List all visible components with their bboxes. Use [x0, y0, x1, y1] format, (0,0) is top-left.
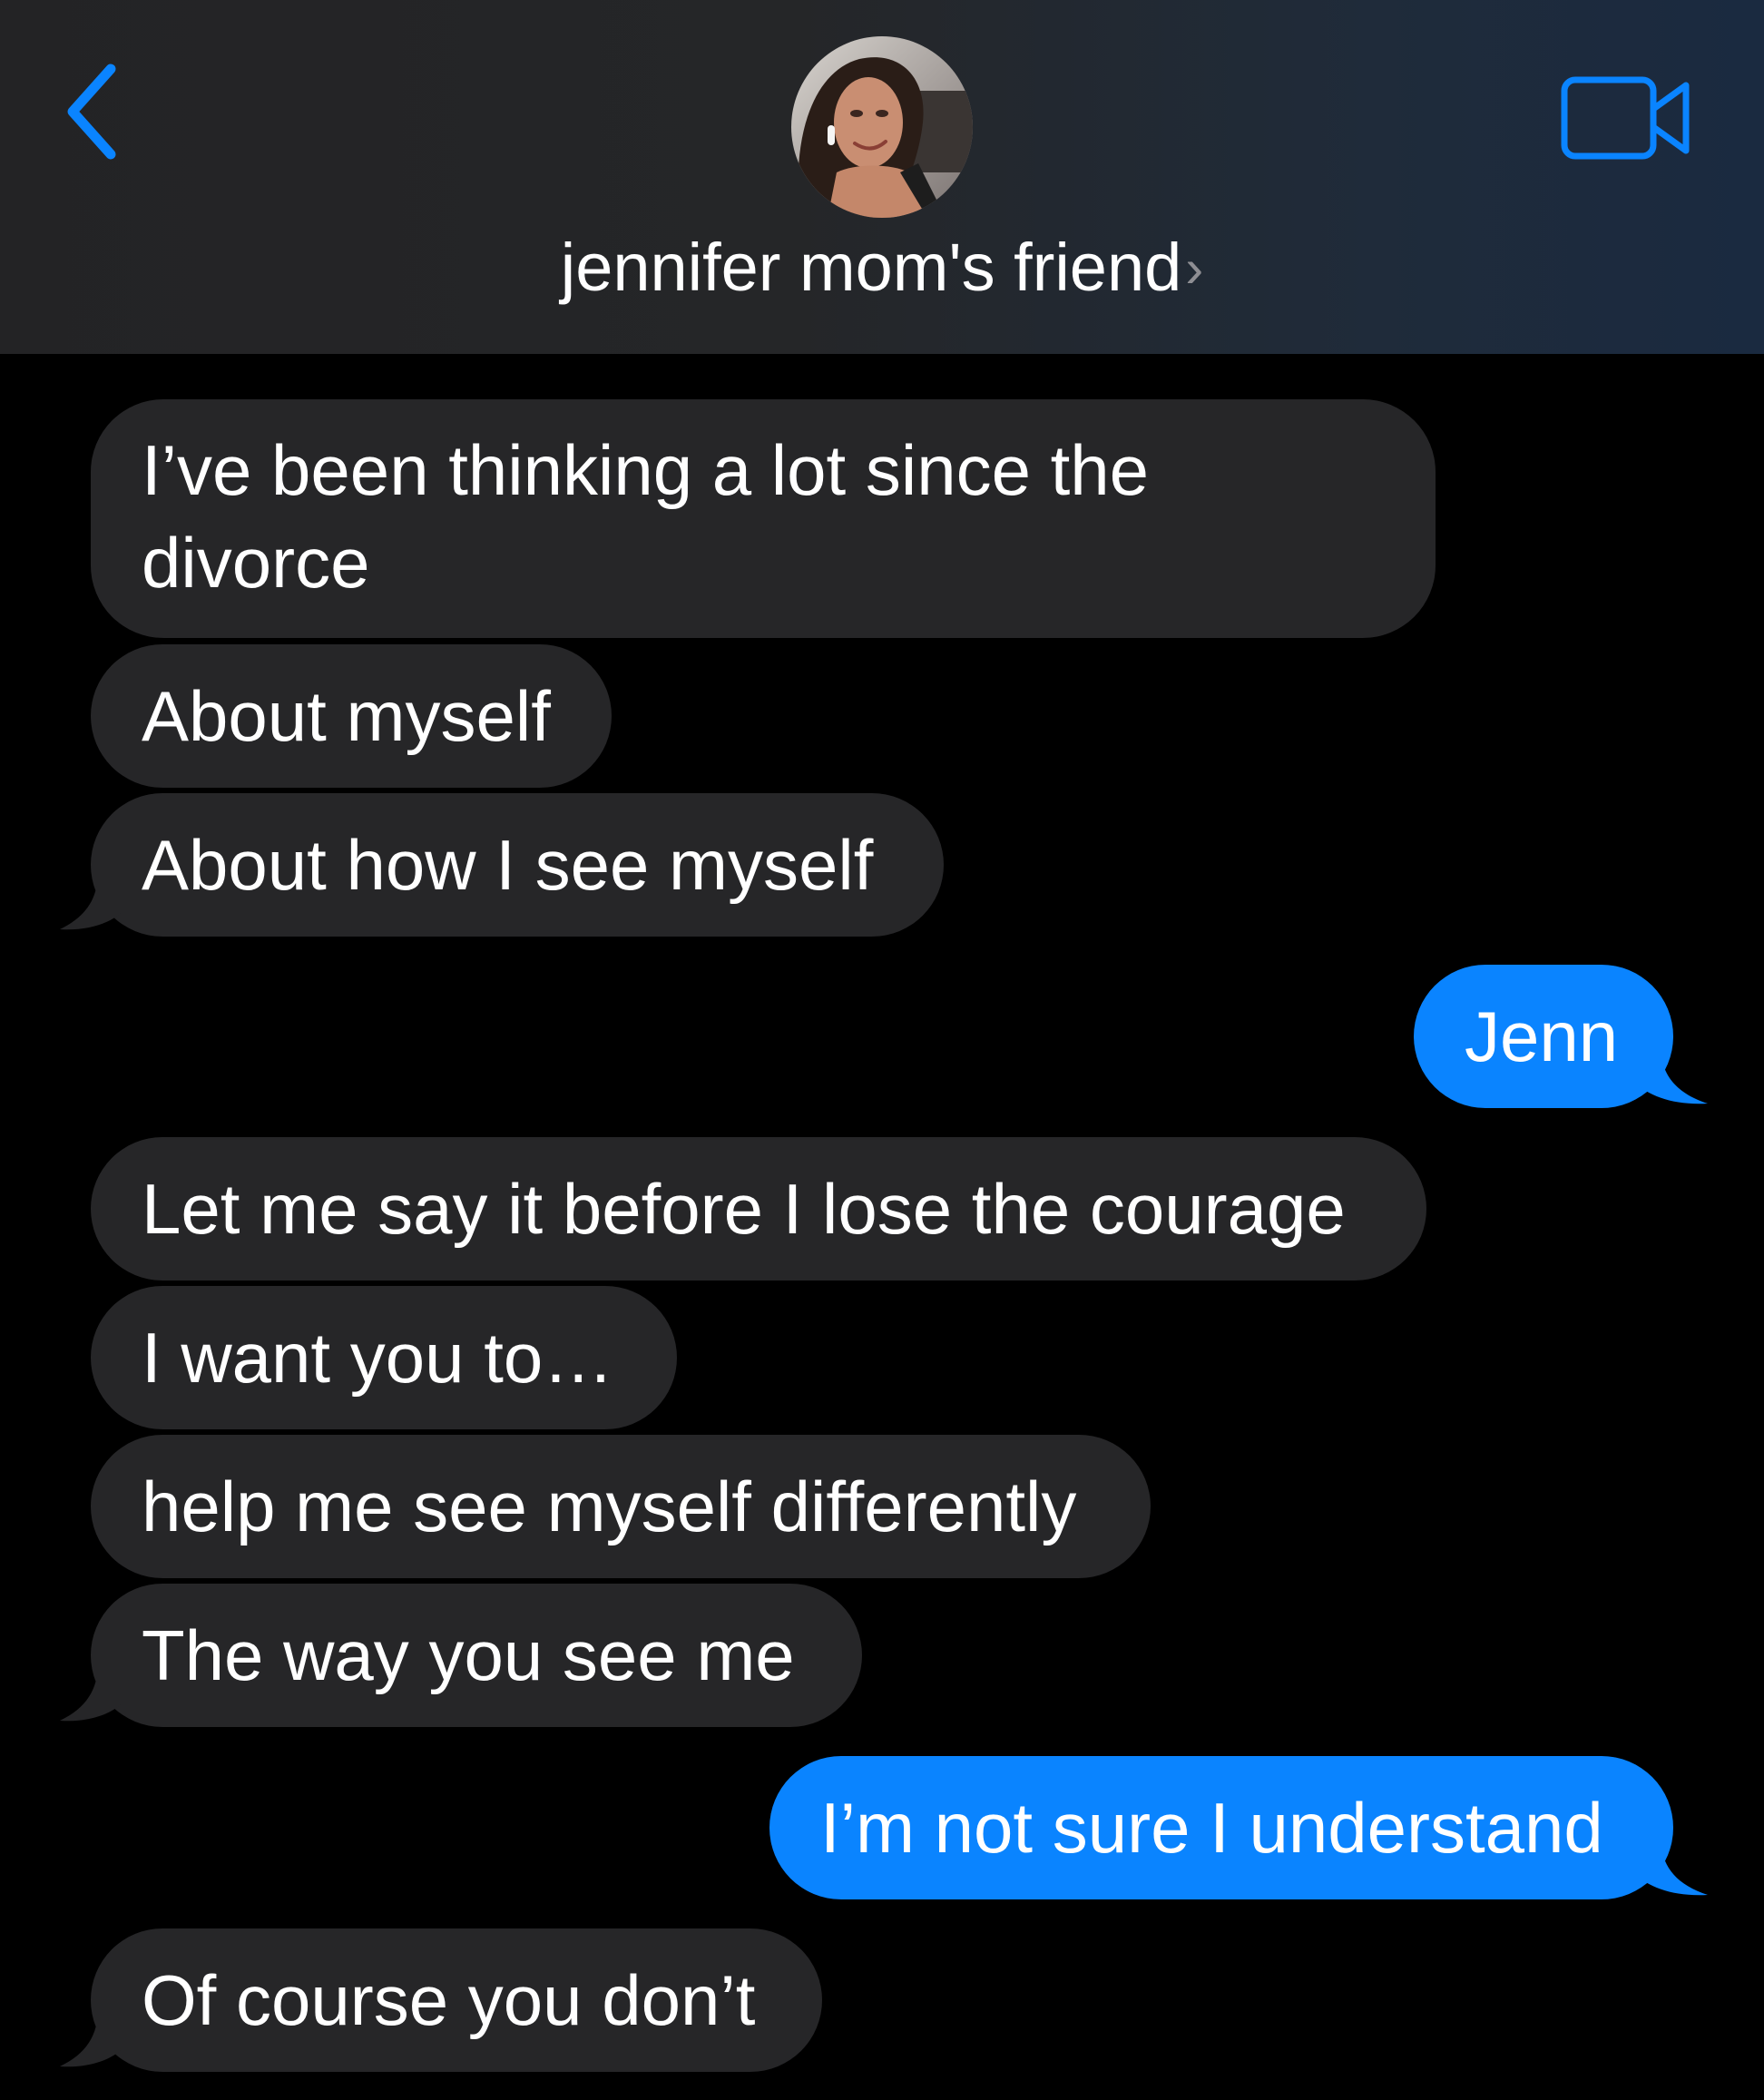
video-camera-icon — [1561, 76, 1690, 160]
chevron-left-icon — [67, 64, 116, 160]
message-text: The way you see me — [142, 1615, 795, 1695]
incoming-message-bubble[interactable]: Let me say it before I lose the courage — [91, 1137, 1426, 1281]
outgoing-message-bubble[interactable]: I’m not sure I understand — [769, 1756, 1673, 1899]
incoming-message-bubble[interactable]: About myself — [91, 644, 612, 788]
incoming-message-bubble[interactable]: About how I see myself — [91, 793, 944, 937]
chevron-right-icon: › — [1185, 238, 1204, 299]
incoming-message-bubble[interactable]: I want you to… — [91, 1286, 677, 1429]
incoming-bubble-tail — [60, 1663, 127, 1722]
contact-name-button[interactable]: jennifer mom's friend› — [0, 222, 1764, 314]
avatar-photo — [791, 36, 973, 218]
message-text: help me see myself differently — [142, 1467, 1077, 1546]
contact-avatar[interactable] — [791, 36, 973, 218]
message-text: About how I see myself — [142, 825, 874, 905]
conversation-header: jennifer mom's friend› — [0, 0, 1764, 354]
message-text: I’ve been thinking a lot since the divor… — [142, 430, 1150, 603]
messages-screen: jennifer mom's friend› I’ve been thinkin… — [0, 0, 1764, 2100]
incoming-message-bubble[interactable]: help me see myself differently — [91, 1435, 1151, 1578]
message-text: Of course you don’t — [142, 1960, 756, 2040]
incoming-bubble-tail — [60, 2008, 127, 2067]
message-text: Let me say it before I lose the courage — [142, 1169, 1346, 1249]
incoming-message-bubble[interactable]: I’ve been thinking a lot since the divor… — [91, 399, 1436, 638]
outgoing-bubble-tail — [1633, 1837, 1708, 1896]
incoming-message-bubble[interactable]: The way you see me — [91, 1584, 862, 1727]
message-text: Jenn — [1465, 996, 1619, 1076]
facetime-video-button[interactable] — [1559, 73, 1695, 163]
message-text: About myself — [142, 676, 551, 756]
message-text: I’m not sure I understand — [820, 1788, 1603, 1868]
back-button[interactable] — [53, 53, 134, 171]
message-text: I want you to… — [142, 1318, 614, 1398]
contact-name: jennifer mom's friend — [560, 230, 1182, 305]
incoming-message-bubble[interactable]: Of course you don’t — [91, 1928, 822, 2072]
incoming-bubble-tail — [60, 871, 127, 930]
outgoing-bubble-tail — [1633, 1045, 1708, 1104]
